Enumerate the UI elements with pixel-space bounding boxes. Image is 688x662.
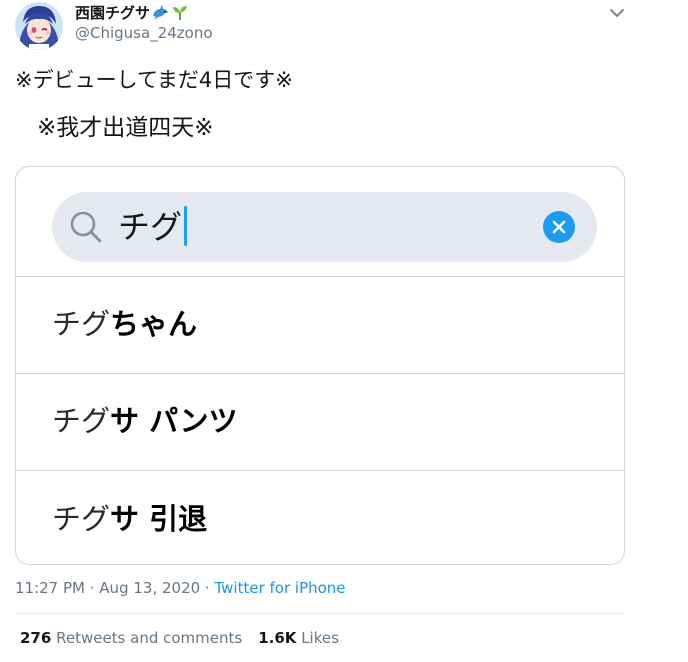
meta-separator: · xyxy=(84,579,100,597)
suggestion-match-text: チグ xyxy=(52,502,111,536)
tweet-time[interactable]: 11:27 PM xyxy=(15,579,85,597)
suggestion-completion-text: サ パンツ xyxy=(110,404,238,438)
search-icon xyxy=(69,210,103,248)
search-suggestion: チグちゃん xyxy=(52,304,197,344)
tweet-source-link[interactable]: Twitter for iPhone xyxy=(214,579,345,597)
search-query-text: チグ xyxy=(118,208,183,246)
suggestion-match-text: チグ xyxy=(52,307,111,341)
avatar[interactable] xyxy=(15,2,63,50)
tweet-media-image[interactable]: チグ チグちゃん チグサ パンツ チグサ 引退 xyxy=(15,166,625,565)
avatar-image xyxy=(15,2,63,50)
stats-divider xyxy=(15,613,626,614)
search-input-value: チグ xyxy=(118,205,188,249)
tweet-date[interactable]: Aug 13, 2020 xyxy=(99,579,200,597)
suggestion-divider xyxy=(16,373,624,374)
retweets-label: Retweets and comments xyxy=(56,629,243,647)
meta-separator: · xyxy=(200,579,215,597)
author-handle[interactable]: @Chigusa_24zono xyxy=(75,23,213,43)
author-name-text: 西園チグサ xyxy=(75,4,151,22)
likes-stat[interactable]: 1.6K Likes xyxy=(258,629,339,647)
tweet-metadata: 11:27 PM · Aug 13, 2020 · Twitter for iP… xyxy=(15,578,346,598)
suggestion-divider xyxy=(16,470,624,471)
tweet-text-line-2: ※我才出道四天※ xyxy=(37,115,214,141)
tweet-stats: 276 Retweets and comments 1.6K Likes xyxy=(20,628,339,648)
retweets-count: 276 xyxy=(20,629,52,647)
search-suggestion: チグサ 引退 xyxy=(52,499,207,539)
clear-search-icon xyxy=(543,211,575,243)
suggestion-completion-text: ちゃん xyxy=(110,307,198,341)
tweet-text-line-1: ※デビューしてまだ4日です※ xyxy=(15,68,293,92)
suggestion-divider xyxy=(16,276,624,277)
suggestion-match-text: チグ xyxy=(52,404,111,438)
more-options-chevron-down-icon[interactable] xyxy=(606,2,628,24)
search-suggestion: チグサ パンツ xyxy=(52,401,238,441)
suggestion-completion-text: サ 引退 xyxy=(110,502,208,536)
likes-count: 1.6K xyxy=(258,629,297,647)
likes-label: Likes xyxy=(301,629,339,647)
retweets-stat[interactable]: 276 Retweets and comments xyxy=(20,629,242,647)
text-cursor xyxy=(184,206,188,246)
search-bar: チグ xyxy=(52,192,597,262)
